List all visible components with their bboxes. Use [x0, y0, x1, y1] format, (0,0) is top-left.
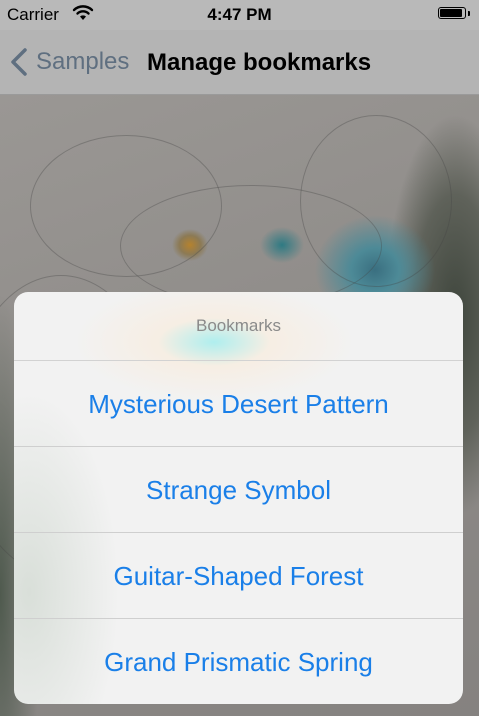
battery-icon — [438, 7, 470, 21]
action-sheet-title: Bookmarks — [14, 292, 463, 361]
bookmark-item[interactable]: Mysterious Desert Pattern — [14, 361, 463, 447]
bookmark-item[interactable]: Strange Symbol — [14, 447, 463, 533]
bookmarks-action-sheet: Bookmarks Mysterious Desert Pattern Stra… — [14, 292, 463, 704]
back-button[interactable]: Samples — [8, 44, 129, 80]
navigation-bar: Samples Manage bookmarks — [0, 30, 479, 95]
chevron-left-icon — [11, 48, 27, 76]
status-time: 4:47 PM — [207, 5, 272, 24]
back-button-label: Samples — [36, 48, 130, 75]
status-bar: Carrier 4:47 PM — [0, 0, 479, 30]
bookmark-item[interactable]: Grand Prismatic Spring — [14, 619, 463, 704]
bookmark-item[interactable]: Guitar-Shaped Forest — [14, 533, 463, 619]
page-title: Manage bookmarks — [147, 49, 372, 76]
